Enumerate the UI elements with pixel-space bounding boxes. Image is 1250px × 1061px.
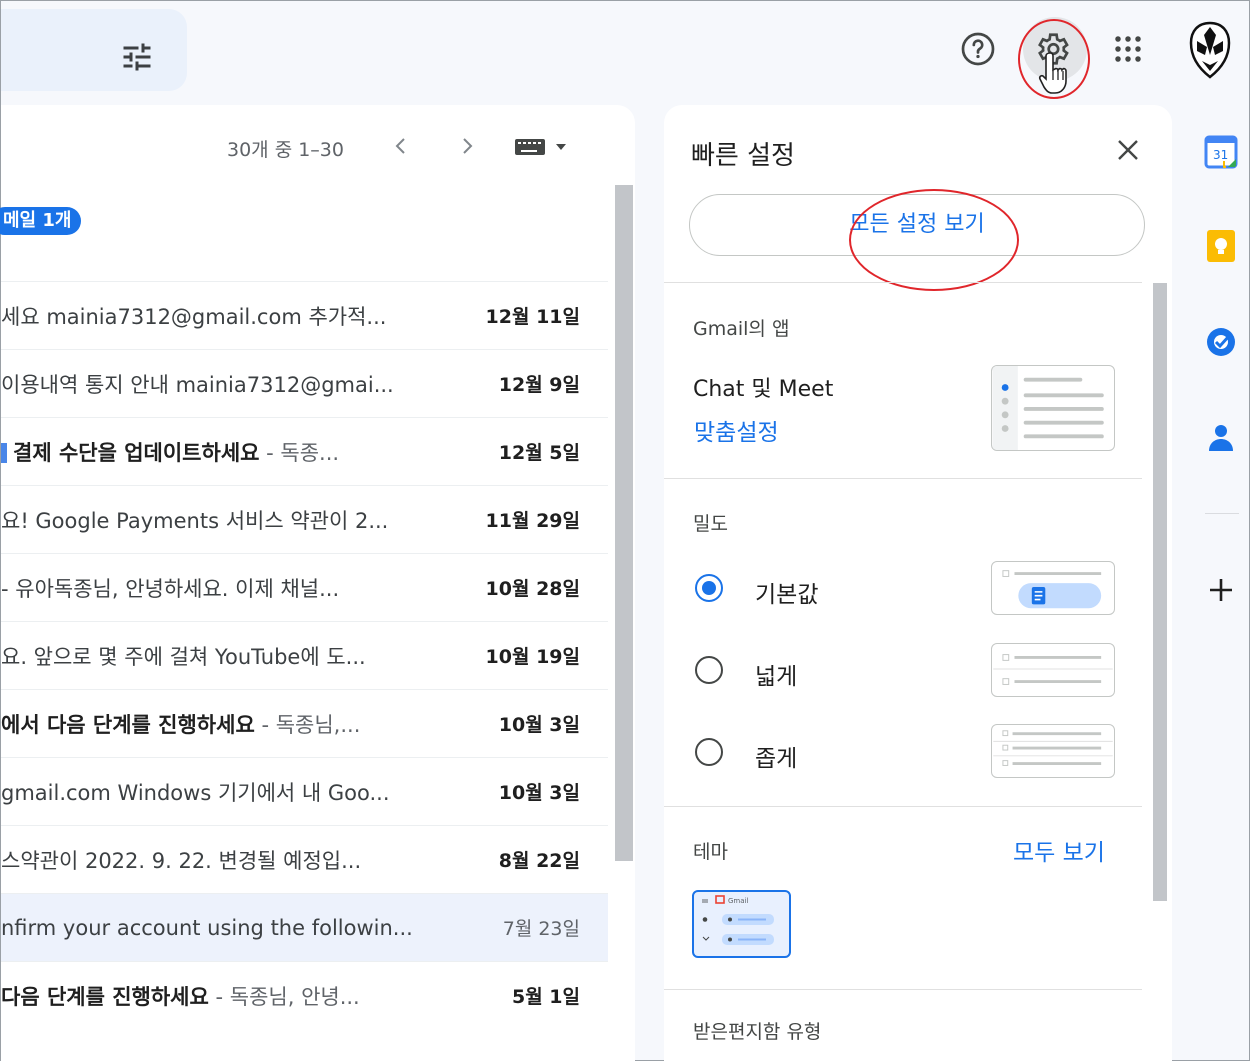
mail-row[interactable]: gmail.com Windows 기기에서 내 Goo... 10월 3일 [1,757,608,825]
mail-date: 10월 28일 [485,578,580,600]
mail-rows: 세요 mainia7312@gmail.com 추가적... 12월 11일이용내… [1,281,608,1029]
mail-snippet: - 독종... [259,440,340,465]
mail-date: 12월 5일 [498,442,580,464]
mail-subject-text: gmail.com Windows 기기에서 내 Goo... [1,780,390,805]
mail-subject-text: 이용내역 통지 안내 mainia7312@gmai... [1,372,394,397]
mail-subject: 요! Google Payments 서비스 약관이 2... [1,505,441,535]
account-avatar[interactable] [1187,21,1233,79]
mail-date: 5월 1일 [511,986,580,1008]
customize-link[interactable]: 맞춤설정 [694,413,779,447]
chat-meet-label: Chat 및 Meet [693,377,834,402]
chevron-left-icon [395,138,405,154]
chevron-right-icon [463,138,473,154]
density-compact-radio[interactable] [695,738,723,766]
mail-subject-text: nfirm your account using the followin... [1,915,413,940]
quick-settings-scrollbar[interactable] [1153,283,1167,901]
mail-date: 10월 3일 [498,714,580,736]
mail-subject-text: 에서 다음 단계를 진행하세요 [1,712,255,737]
settings-annotation-circle [1018,19,1090,99]
mail-subject: 다음 단계를 진행하세요 - 독종님, 안녕... [1,981,441,1011]
mail-row[interactable]: 에서 다음 단계를 진행하세요 - 독종님,... 10월 3일 [1,689,608,757]
divider [664,806,1142,807]
mail-date: 12월 11일 [485,306,580,328]
mail-list-scrollbar[interactable] [615,185,633,861]
mail-row[interactable]: 다음 단계를 진행하세요 - 독종님, 안녕... 5월 1일 [1,961,608,1029]
previous-page-button[interactable] [386,131,416,161]
mail-row[interactable]: 세요 mainia7312@gmail.com 추가적... 12월 11일 [1,281,608,349]
mail-snippet: - 독종님,... [254,712,361,737]
mail-date: 11월 29일 [485,510,580,532]
mail-subject: 스약관이 2022. 9. 22. 변경될 예정입... [1,845,441,875]
rail-divider [1205,513,1239,514]
mail-subject-text: 결제 수단을 업데이트하세요 [13,440,260,465]
density-comfortable-preview [991,643,1115,697]
density-default-radio[interactable] [695,574,723,602]
mail-subject-text: 요! Google Payments 서비스 약관이 2... [1,508,389,533]
mail-row[interactable]: 결제 수단을 업데이트하세요 - 독종... 12월 5일 [1,417,608,485]
label-tag-icon [1,442,7,463]
new-mail-badge[interactable]: 메일 1개 [0,207,82,235]
mail-subject: 이용내역 통지 안내 mainia7312@gmai... [1,369,441,399]
mail-subject: nfirm your account using the followin... [1,916,441,940]
mail-row[interactable]: 요! Google Payments 서비스 약관이 2... 11월 29일 [1,485,608,553]
mail-subject-text: 다음 단계를 진행하세요 [1,984,209,1009]
mail-subject-text: - 유아독종님, 안녕하세요. 이제 채널... [1,576,340,601]
mail-date: 12월 9일 [498,374,580,396]
close-icon[interactable] [1113,135,1143,165]
mail-subject: 에서 다음 단계를 진행하세요 - 독종님,... [1,709,441,739]
divider [664,478,1142,479]
density-section-label: 밀도 [693,513,728,535]
apps-section-label: Gmail의 앱 [693,318,790,340]
mail-snippet: - 독종님, 안녕... [208,984,360,1009]
density-comfortable-label[interactable]: 넓게 [755,657,797,691]
mail-subject: 요. 앞으로 몇 주에 걸쳐 YouTube에 도... [1,641,441,671]
tasks-icon[interactable] [1204,325,1238,359]
mail-subject-text: 세요 mainia7312@gmail.com 추가적... [1,304,387,329]
calendar-icon[interactable]: 31 [1204,135,1238,169]
density-default-label[interactable]: 기본값 [755,575,818,609]
mail-subject: 세요 mainia7312@gmail.com 추가적... [1,301,441,331]
mail-subject: gmail.com Windows 기기에서 내 Goo... [1,777,441,807]
mail-date: 8월 22일 [498,850,580,872]
inbox-type-label: 받은편지함 유형 [693,1021,822,1043]
density-default-preview [991,561,1115,615]
divider [664,282,1142,283]
calendar-day-number: 31 [1213,148,1228,162]
mail-subject: 결제 수단을 업데이트하세요 - 독종... [1,437,441,467]
mail-row[interactable]: 스약관이 2022. 9. 22. 변경될 예정입... 8월 22일 [1,825,608,893]
divider [664,989,1142,990]
apps-grid-icon[interactable] [1106,27,1150,71]
theme-view-all-link[interactable]: 모두 보기 [1013,833,1105,867]
mail-date: 10월 19일 [485,646,580,668]
all-settings-annotation-ellipse [849,189,1019,291]
mail-subject-text: 요. 앞으로 몇 주에 걸쳐 YouTube에 도... [1,644,366,669]
mail-subject-text: 스약관이 2022. 9. 22. 변경될 예정입... [1,848,362,873]
mail-row[interactable]: 이용내역 통지 안내 mainia7312@gmai... 12월 9일 [1,349,608,417]
theme-section-label: 테마 [693,841,728,863]
density-compact-preview [991,724,1115,778]
keep-icon[interactable] [1204,229,1238,263]
mail-subject: - 유아독종님, 안녕하세요. 이제 채널... [1,573,441,603]
mail-date: 7월 23일 [502,918,580,940]
chat-meet-preview [991,365,1115,451]
help-icon[interactable] [956,27,1000,71]
contacts-icon[interactable] [1204,421,1238,455]
mail-row[interactable]: nfirm your account using the followin...… [1,893,608,961]
mail-row[interactable]: 요. 앞으로 몇 주에 걸쳐 YouTube에 도... 10월 19일 [1,621,608,689]
mail-date: 10월 3일 [498,782,580,804]
density-compact-label[interactable]: 좁게 [755,739,797,773]
next-page-button[interactable] [452,131,482,161]
pagination-text: 30개 중 1–30 [227,139,344,161]
theme-thumbnail[interactable]: Gmail [692,890,791,958]
tune-icon[interactable] [119,39,155,75]
search-bar-end [1,9,187,91]
density-comfortable-radio[interactable] [695,656,723,684]
quick-settings-title: 빠른 설정 [691,141,795,171]
theme-preview-graphic: Gmail [702,895,774,945]
input-tools-keyboard-icon[interactable] [513,135,571,159]
theme-thumb-title: Gmail [728,897,748,905]
mail-row[interactable]: - 유아독종님, 안녕하세요. 이제 채널... 10월 28일 [1,553,608,621]
add-icon[interactable] [1204,573,1238,607]
